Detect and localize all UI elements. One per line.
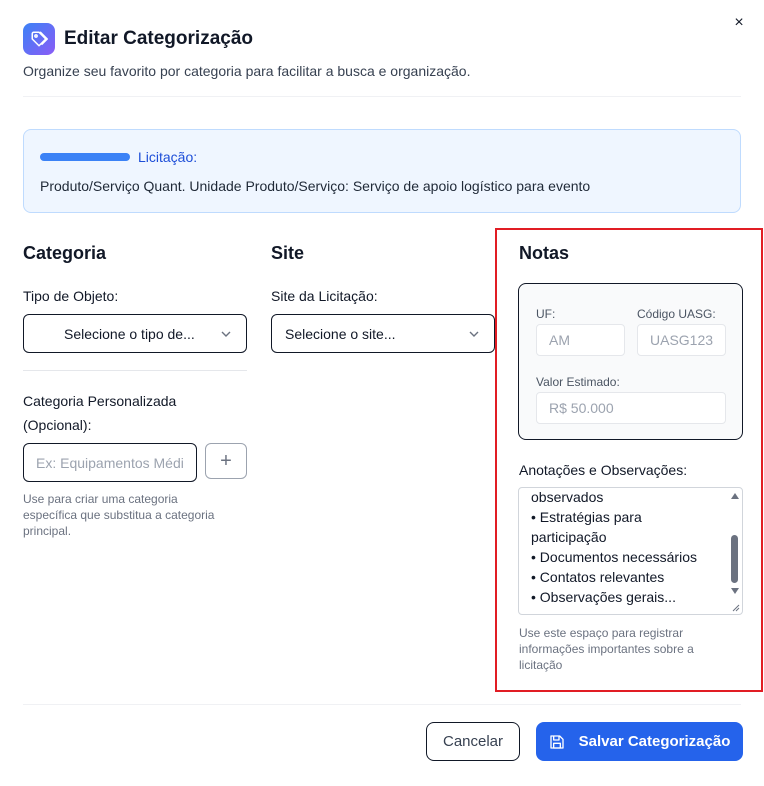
site-licitacao-label: Site da Licitação: [271, 288, 378, 304]
anotacoes-line: • Contatos relevantes [531, 569, 665, 585]
anotacoes-line: observados [531, 489, 604, 505]
licitacao-description: Produto/Serviço Quant. Unidade Produto/S… [40, 178, 591, 194]
uf-label: UF: [536, 307, 556, 321]
info-accent-bar [40, 153, 130, 161]
categoria-personalizada-input[interactable] [23, 443, 197, 482]
categoria-help-line: principal. [23, 524, 72, 538]
cancel-button[interactable]: Cancelar [426, 722, 520, 761]
categoria-help-line: específica que substitua a categoria [23, 508, 215, 522]
dialog-subtitle: Organize seu favorito por categoria para… [23, 63, 471, 79]
tag-icon [23, 23, 55, 55]
tipo-objeto-select-value: Selecione o tipo de... [64, 325, 195, 342]
edit-categorization-dialog: × Editar Categorização Organize seu favo… [0, 0, 764, 786]
site-licitacao-select[interactable]: Selecione o site... [271, 314, 495, 353]
anotacoes-line: • Observações gerais... [531, 589, 676, 605]
scroll-up-icon[interactable] [730, 492, 740, 500]
notas-summary-card: UF: Código UASG: AM UASG123 Valor Estima… [518, 283, 743, 440]
uasg-label: Código UASG: [637, 307, 716, 321]
anotacoes-help-line: informações importantes sobre a [519, 642, 694, 656]
anotacoes-line: participação [531, 529, 607, 545]
dialog-header: Editar Categorização Organize seu favori… [23, 23, 741, 79]
anotacoes-help-line: licitação [519, 658, 563, 672]
save-button-label: Salvar Categorização [578, 733, 731, 750]
site-select-value: Selecione o site... [285, 325, 396, 342]
textarea-scrollbar[interactable] [729, 489, 741, 613]
tipo-objeto-select[interactable]: Selecione o tipo de... [23, 314, 247, 353]
categoria-divider [23, 370, 247, 371]
licitacao-info-box: Licitação: Produto/Serviço Quant. Unidad… [23, 129, 741, 213]
notas-title: Notas [519, 243, 570, 263]
anotacoes-line: • Estratégias para [531, 509, 642, 525]
chevron-down-icon [220, 328, 232, 340]
title-row: Editar Categorização [23, 23, 741, 55]
categoria-opcional-label: (Opcional): [23, 417, 92, 433]
site-title: Site [271, 243, 305, 263]
save-categorization-button[interactable]: Salvar Categorização [536, 722, 743, 761]
anotacoes-textarea[interactable]: observados • Estratégias para participaç… [518, 487, 743, 615]
anotacoes-label: Anotações e Observações: [519, 462, 688, 478]
categoria-title: Categoria [23, 243, 107, 263]
dialog-title: Editar Categorização [64, 28, 253, 49]
anotacoes-help-line: Use este espaço para registrar [519, 626, 684, 640]
resize-grip-icon[interactable] [731, 603, 740, 612]
anotacoes-content: observados • Estratégias para participaç… [531, 488, 726, 607]
valor-estimado-label: Valor Estimado: [536, 375, 620, 389]
licitacao-label: Licitação: [138, 149, 198, 165]
scrollbar-thumb[interactable] [731, 535, 738, 583]
categoria-personalizada-label: Categoria Personalizada [23, 393, 177, 409]
tipo-objeto-label: Tipo de Objeto: [23, 288, 119, 304]
footer-divider [23, 704, 741, 705]
anotacoes-help-text: Use este espaço para registrar informaçõ… [519, 625, 694, 673]
chevron-down-icon [468, 328, 480, 340]
add-category-button[interactable]: + [205, 443, 247, 479]
categoria-help-text: Use para criar uma categoria específica … [23, 491, 214, 539]
categoria-help-line: Use para criar uma categoria [23, 492, 178, 506]
uasg-field[interactable]: UASG123 [637, 324, 726, 356]
anotacoes-line: • Documentos necessários [531, 549, 697, 565]
save-icon [549, 734, 564, 749]
scroll-down-icon[interactable] [730, 587, 740, 595]
valor-estimado-field[interactable]: R$ 50.000 [536, 392, 726, 424]
header-divider [23, 96, 741, 97]
uf-field[interactable]: AM [536, 324, 625, 356]
